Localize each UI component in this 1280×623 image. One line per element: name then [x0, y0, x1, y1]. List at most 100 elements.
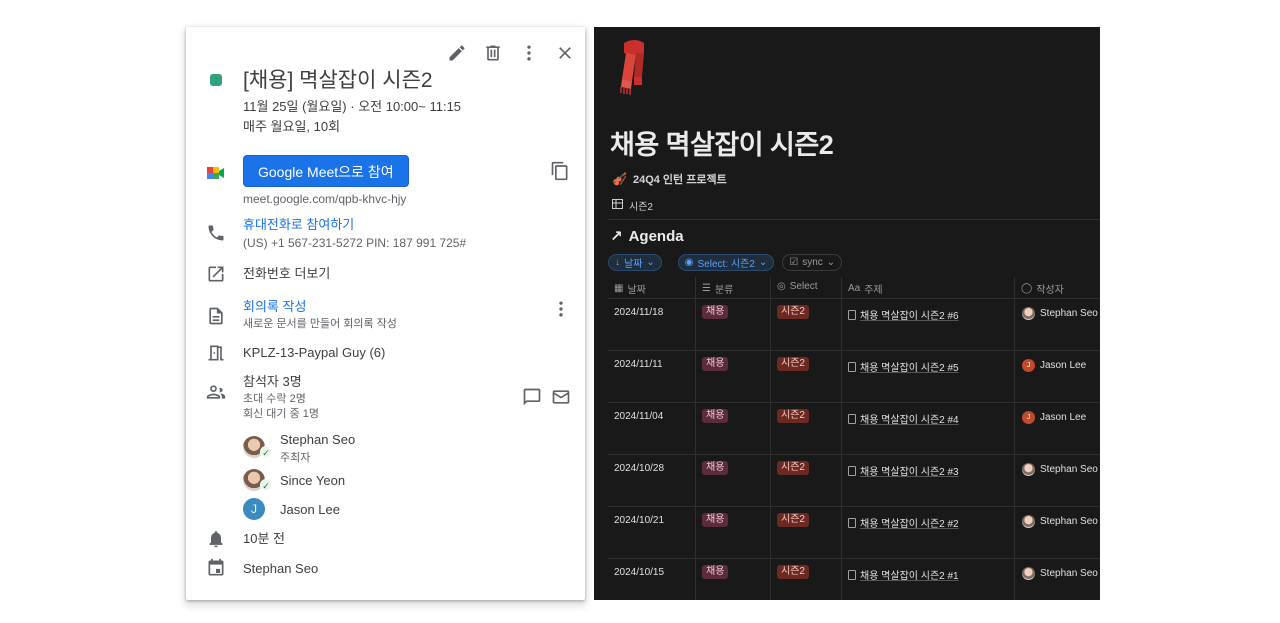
list-icon: ☰ — [702, 283, 711, 294]
cell-select[interactable]: 시즌2 — [777, 565, 809, 579]
cell-topic[interactable]: 채용 멱살잡이 시즌2 #4 — [848, 411, 959, 426]
cell-select[interactable]: 시즌2 — [777, 305, 809, 319]
bell-icon — [206, 529, 226, 549]
text-type-icon: Aa — [848, 283, 861, 294]
column-date[interactable]: ▦ 날짜 — [614, 281, 646, 296]
category-tag: 채용 — [702, 357, 729, 371]
select-icon: ◉ — [684, 257, 694, 268]
chat-icon[interactable] — [522, 387, 542, 407]
table-row[interactable]: 2024/10/28 채용 시즌2 채용 멱살잡이 시즌2 #3 Stephan… — [608, 455, 1100, 507]
author-name: Jason Lee — [1040, 360, 1087, 371]
cell-category[interactable]: 채용 — [702, 409, 729, 423]
table-row[interactable]: 2024/11/11 채용 시즌2 채용 멱살잡이 시즌2 #5 J Jason … — [608, 351, 1100, 403]
cell-date: 2024/11/04 — [614, 411, 664, 422]
cell-author[interactable]: Stephan Seo — [1022, 515, 1098, 528]
room-name: KPLZ-13-Paypal Guy (6) — [243, 345, 386, 360]
trash-icon[interactable] — [475, 35, 511, 71]
category-tag: 채용 — [702, 565, 729, 579]
calendar-event-card: [채용] 멱살잡이 시즌2 11월 25일 (월요일) · 오전 10:00~ … — [186, 27, 585, 600]
cell-date: 2024/11/11 — [614, 359, 663, 370]
filter-sync[interactable]: ☑ sync ⌄ — [782, 254, 843, 271]
column-author[interactable]: ◯ 작성자 — [1021, 281, 1064, 296]
cell-select[interactable]: 시즌2 — [777, 461, 809, 475]
view-tab[interactable]: 시즌2 — [612, 198, 653, 213]
meet-section: Google Meet으로 참여 meet.google.com/qpb-khv… — [243, 155, 571, 207]
cell-topic[interactable]: 채용 멱살잡이 시즌2 #3 — [848, 463, 959, 478]
cell-author[interactable]: Stephan Seo — [1022, 463, 1098, 476]
cell-topic[interactable]: 채용 멱살잡이 시즌2 #6 — [848, 307, 959, 322]
more-phones-link[interactable]: 전화번호 더보기 — [243, 265, 571, 283]
table-row[interactable]: 2024/11/18 채용 시즌2 채용 멱살잡이 시즌2 #6 Stephan… — [608, 299, 1100, 351]
email-icon[interactable] — [551, 387, 571, 407]
cell-topic[interactable]: 채용 멱살잡이 시즌2 #2 — [848, 515, 959, 530]
filter-select[interactable]: ◉ Select: 시즌2 ⌄ — [677, 254, 775, 271]
notes-more-icon[interactable] — [551, 299, 571, 319]
guest-name[interactable]: Jason Lee — [280, 502, 340, 517]
cell-select[interactable]: 시즌2 — [777, 409, 809, 423]
take-notes-link[interactable]: 회의록 작성 — [243, 298, 571, 316]
cell-category[interactable]: 채용 — [702, 357, 729, 371]
cell-topic[interactable]: 채용 멱살잡이 시즌2 #5 — [848, 359, 959, 374]
cell-author[interactable]: Stephan Seo — [1022, 307, 1098, 320]
join-meet-button[interactable]: Google Meet으로 참여 — [243, 155, 409, 187]
people-icon — [206, 382, 226, 402]
select-tag: 시즌2 — [777, 513, 809, 527]
copy-icon[interactable] — [550, 161, 570, 181]
filter-bar: ↓ 날짜 ⌄ ◉ Select: 시즌2 ⌄ ☑ sync ⌄ — [608, 254, 843, 271]
card-toolbar — [439, 35, 585, 71]
view-name: 시즌2 — [629, 202, 653, 213]
table-row[interactable]: 2024/10/15 채용 시즌2 채용 멱살잡이 시즌2 #1 Stephan… — [608, 559, 1100, 600]
notes-section: 회의록 작성 새로운 문서를 만들어 회의록 작성 — [243, 298, 571, 332]
calendar-owner: Stephan Seo — [243, 561, 319, 576]
guest-name[interactable]: Since Yeon — [280, 473, 345, 488]
cell-select[interactable]: 시즌2 — [777, 513, 809, 527]
open-external-icon — [206, 264, 226, 284]
chevron-down-icon: ⌄ — [646, 257, 655, 268]
meet-link[interactable]: meet.google.com/qpb-khvc-hjy — [243, 191, 571, 207]
more-vert-icon[interactable] — [511, 35, 547, 71]
join-by-phone-link[interactable]: 휴대전화로 참여하기 — [243, 216, 571, 234]
event-recurrence: 매주 월요일, 10회 — [243, 119, 341, 134]
column-select[interactable]: ◎ Select — [777, 281, 818, 292]
filter-date[interactable]: ↓ 날짜 ⌄ — [608, 254, 662, 271]
cell-topic[interactable]: 채용 멱살잡이 시즌2 #1 — [848, 567, 959, 582]
cell-author[interactable]: J Jason Lee — [1022, 359, 1086, 372]
document-icon — [206, 306, 226, 326]
reminder-text: 10분 전 — [243, 531, 285, 546]
notion-page: 채용 멱살잡이 시즌2 🎻 24Q4 인턴 프로젝트 시즌2 ↗ Agenda … — [594, 27, 1100, 600]
table-row[interactable]: 2024/11/04 채용 시즌2 채용 멱살잡이 시즌2 #4 J Jason … — [608, 403, 1100, 455]
cell-select[interactable]: 시즌2 — [777, 357, 809, 371]
violin-icon: 🎻 — [612, 172, 627, 186]
topic-title: 채용 멱살잡이 시즌2 #5 — [860, 363, 959, 374]
column-label: 주제 — [864, 285, 883, 296]
edit-icon[interactable] — [439, 35, 475, 71]
section-title: Agenda — [628, 227, 684, 245]
author-avatar — [1022, 567, 1035, 580]
filter-label: Select: 시즌2 — [697, 259, 755, 270]
cell-author[interactable]: J Jason Lee — [1022, 411, 1086, 424]
close-icon[interactable] — [547, 35, 583, 71]
arrow-up-right-icon: ↗ — [610, 228, 623, 245]
cell-category[interactable]: 채용 — [702, 305, 729, 319]
author-name: Stephan Seo — [1040, 308, 1098, 319]
column-category[interactable]: ☰ 분류 — [702, 281, 733, 296]
project-property[interactable]: 🎻 24Q4 인턴 프로젝트 — [612, 171, 727, 187]
category-tag: 채용 — [702, 513, 729, 527]
table-row[interactable]: 2024/10/21 채용 시즌2 채용 멱살잡이 시즌2 #2 Stephan… — [608, 507, 1100, 559]
cell-author[interactable]: Stephan Seo — [1022, 567, 1098, 580]
cell-category[interactable]: 채용 — [702, 461, 729, 475]
column-topic[interactable]: Aa 주제 — [848, 281, 883, 296]
event-date: 11월 25일 (월요일) · 오전 10:00~ 11:15 — [243, 99, 462, 114]
arrow-down-icon: ↓ — [615, 257, 620, 268]
page-icon — [848, 517, 856, 528]
cell-date: 2024/10/28 — [614, 463, 665, 474]
author-name: Jason Lee — [1040, 412, 1087, 423]
cell-category[interactable]: 채용 — [702, 565, 729, 579]
select-tag: 시즌2 — [777, 409, 809, 423]
column-label: 작성자 — [1036, 285, 1064, 296]
guest-name[interactable]: Stephan Seo — [280, 432, 355, 447]
cell-date: 2024/11/18 — [614, 307, 664, 318]
cell-category[interactable]: 채용 — [702, 513, 729, 527]
room-door-icon — [206, 343, 226, 363]
section-heading[interactable]: ↗ Agenda — [610, 227, 684, 246]
